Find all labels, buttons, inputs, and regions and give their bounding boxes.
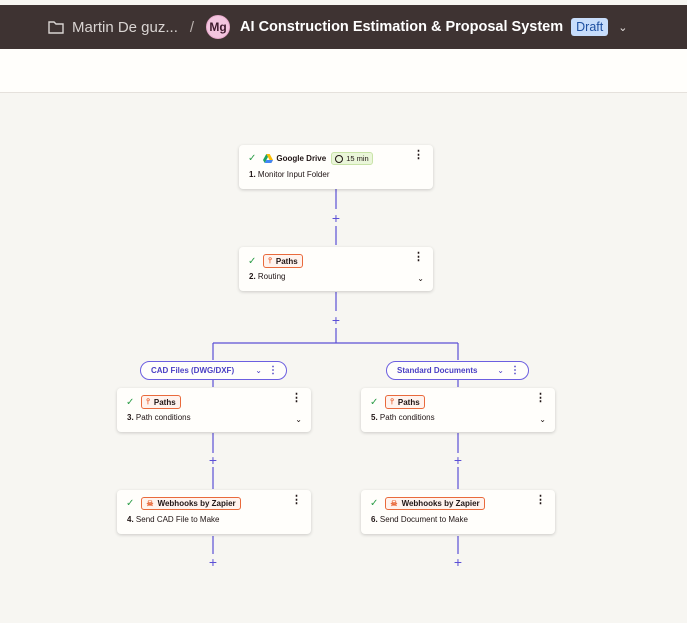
polling-interval: 15 min — [346, 154, 369, 163]
app-chip: Google Drive — [263, 153, 326, 164]
app-chip: ⫯ Paths — [385, 395, 425, 409]
path-label: CAD Files (DWG/DXF) — [151, 366, 235, 375]
paths-icon: ⫯ — [268, 256, 272, 265]
breadcrumb-folder[interactable]: Martin De guz... — [48, 19, 178, 36]
step-title: 1. Monitor Input Folder — [249, 170, 330, 179]
step-title: 3. Path conditions — [127, 413, 191, 422]
chevron-down-icon[interactable]: ⌄ — [417, 274, 424, 283]
app-name: Google Drive — [276, 154, 327, 163]
app-chip: ☠ Webhooks by Zapier — [141, 497, 241, 510]
more-options-icon[interactable]: ⋮ — [535, 393, 546, 404]
chevron-down-icon[interactable]: ⌄ — [539, 415, 546, 424]
avatar[interactable]: Mg — [206, 15, 231, 39]
add-step-button[interactable]: + — [452, 555, 464, 569]
app-name: Webhooks by Zapier — [157, 499, 236, 508]
step-name: Send Document to Make — [379, 515, 468, 524]
check-icon: ✓ — [370, 396, 379, 408]
app-chip: ⫯ Paths — [141, 395, 181, 409]
step-name: Send CAD File to Make — [135, 515, 220, 524]
more-options-icon[interactable]: ⋮ — [291, 495, 302, 506]
app-name: Paths — [153, 397, 176, 407]
add-step-button[interactable]: + — [452, 453, 464, 467]
check-icon: ✓ — [248, 153, 257, 164]
more-options-icon[interactable]: ⋮ — [535, 495, 546, 506]
step-card-1[interactable]: ✓ Google Drive 15 min ⋮ 1. Monitor Input… — [239, 145, 433, 189]
app-chip: ☠ Webhooks by Zapier — [385, 497, 485, 510]
app-name: Paths — [397, 397, 420, 407]
workflow-canvas: + + + + + + ✓ Google Drive 15 min ⋮ 1. M… — [0, 93, 687, 623]
check-icon: ✓ — [126, 498, 135, 509]
path-label: Standard Documents — [397, 366, 478, 375]
status-badge: Draft — [571, 18, 609, 36]
step-name: Path conditions — [379, 413, 435, 422]
step-number: 6. — [371, 515, 378, 524]
app-chip: ⫯ Paths — [263, 254, 303, 268]
path-pill-cad[interactable]: CAD Files (DWG/DXF) ⌄ ⋮ — [140, 361, 287, 380]
step-number: 4. — [127, 515, 134, 524]
clock-icon — [335, 154, 344, 163]
add-step-button[interactable]: + — [330, 313, 342, 327]
check-icon: ✓ — [370, 498, 379, 509]
more-options-icon[interactable]: ⋮ — [291, 393, 302, 404]
check-icon: ✓ — [126, 396, 135, 408]
step-name: Monitor Input Folder — [257, 170, 330, 179]
step-title: 2. Routing — [249, 272, 285, 281]
step-name: Routing — [257, 272, 286, 281]
app-name: Paths — [275, 256, 298, 266]
webhook-icon: ☠ — [146, 499, 154, 508]
step-number: 2. — [249, 272, 256, 281]
step-number: 5. — [371, 413, 378, 422]
paths-icon: ⫯ — [390, 397, 394, 406]
add-step-button[interactable]: + — [330, 211, 342, 225]
check-icon: ✓ — [248, 255, 257, 267]
toolbar — [0, 49, 687, 93]
folder-icon — [48, 21, 64, 34]
step-title: 5. Path conditions — [371, 413, 435, 422]
step-card-4[interactable]: ✓ ☠ Webhooks by Zapier ⋮ 4. Send CAD Fil… — [117, 490, 311, 534]
step-card-6[interactable]: ✓ ☠ Webhooks by Zapier ⋮ 6. Send Documen… — [361, 490, 555, 534]
zap-title[interactable]: AI Construction Estimation & Proposal Sy… — [240, 19, 563, 35]
chevron-down-icon[interactable]: ⌄ — [295, 415, 302, 424]
more-options-icon[interactable]: ⋮ — [510, 365, 520, 376]
app-name: Webhooks by Zapier — [401, 499, 480, 508]
more-options-icon[interactable]: ⋮ — [268, 365, 278, 376]
google-drive-icon — [263, 154, 274, 163]
step-number: 1. — [249, 170, 256, 179]
chevron-down-icon[interactable]: ⌄ — [497, 366, 504, 375]
step-name: Path conditions — [135, 413, 191, 422]
step-card-2[interactable]: ✓ ⫯ Paths ⋮ 2. Routing ⌄ — [239, 247, 433, 291]
paths-icon: ⫯ — [146, 397, 150, 406]
step-title: 6. Send Document to Make — [371, 515, 468, 524]
step-card-5[interactable]: ✓ ⫯ Paths ⋮ 5. Path conditions ⌄ — [361, 388, 555, 432]
breadcrumb-folder-label: Martin De guz... — [72, 18, 178, 36]
breadcrumb-separator: / — [189, 18, 195, 36]
step-number: 3. — [127, 413, 134, 422]
top-bar: Martin De guz... / Mg AI Construction Es… — [0, 5, 687, 49]
add-step-button[interactable]: + — [207, 453, 219, 467]
chevron-down-icon[interactable]: ⌄ — [618, 21, 627, 34]
more-options-icon[interactable]: ⋮ — [413, 150, 424, 161]
polling-interval-badge: 15 min — [331, 152, 373, 165]
step-card-3[interactable]: ✓ ⫯ Paths ⋮ 3. Path conditions ⌄ — [117, 388, 311, 432]
add-step-button[interactable]: + — [207, 555, 219, 569]
more-options-icon[interactable]: ⋮ — [413, 252, 424, 263]
path-pill-standard[interactable]: Standard Documents ⌄ ⋮ — [386, 361, 529, 380]
webhook-icon: ☠ — [390, 499, 398, 508]
chevron-down-icon[interactable]: ⌄ — [255, 366, 262, 375]
step-title: 4. Send CAD File to Make — [127, 515, 220, 524]
